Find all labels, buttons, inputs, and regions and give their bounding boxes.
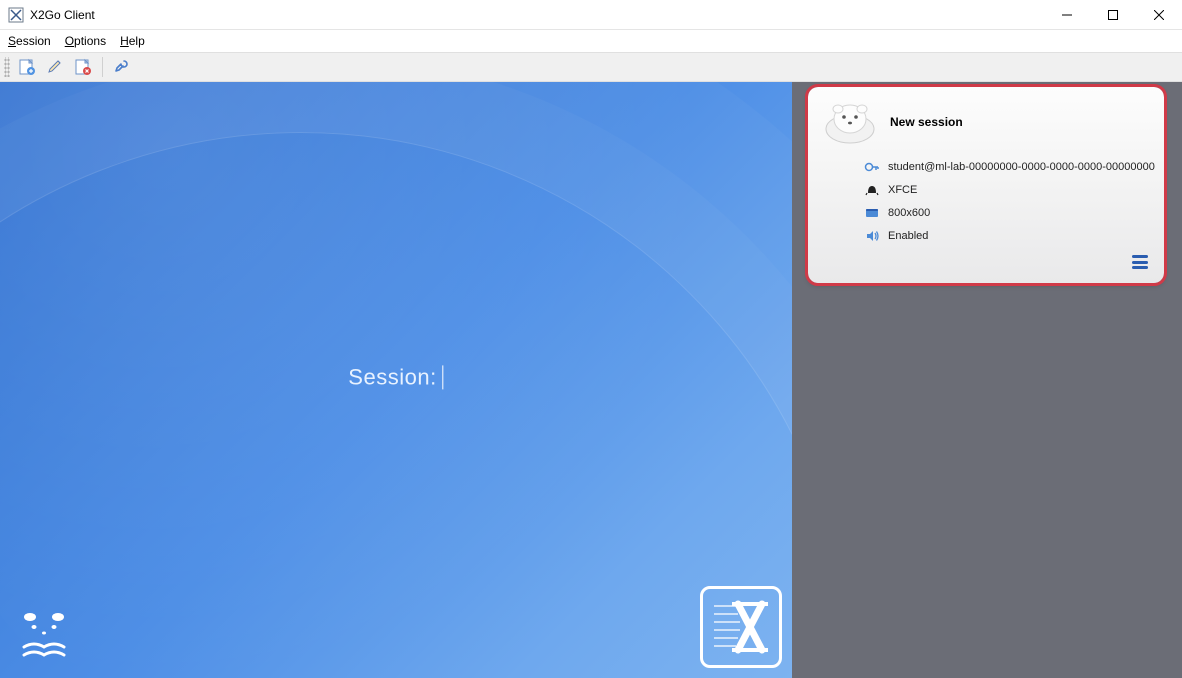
session-sound-row: Enabled — [864, 228, 1150, 244]
menu-session[interactable]: Session — [8, 34, 51, 48]
toolbar-separator — [102, 57, 103, 77]
titlebar: X2Go Client — [0, 0, 1182, 30]
window-controls — [1044, 0, 1182, 30]
mouse-icon — [864, 182, 880, 198]
close-button[interactable] — [1136, 0, 1182, 30]
display-icon — [864, 205, 880, 221]
session-connection-row: student@ml-lab-00000000-0000-0000-0000-0… — [864, 159, 1150, 175]
menu-help[interactable]: Help — [120, 34, 145, 48]
window-title: X2Go Client — [30, 8, 95, 22]
session-desktop-row: XFCE — [864, 182, 1150, 198]
session-menu-button[interactable] — [1132, 255, 1148, 269]
session-connection-value: student@ml-lab-00000000-0000-0000-0000-0… — [888, 161, 1155, 173]
edit-session-button[interactable] — [42, 55, 68, 79]
menubar: Session Options Help — [0, 30, 1182, 52]
maximize-button[interactable] — [1090, 0, 1136, 30]
session-desktop-value: XFCE — [888, 184, 917, 196]
settings-button[interactable] — [109, 55, 135, 79]
toolbar-grip — [4, 57, 10, 77]
side-panel: New session student@ml-lab-00000000-0000… — [792, 82, 1182, 678]
minimize-button[interactable] — [1044, 0, 1090, 30]
menu-options[interactable]: Options — [65, 34, 106, 48]
app-icon — [8, 7, 24, 23]
main-panel: Session: — [0, 82, 792, 678]
delete-session-button[interactable] — [70, 55, 96, 79]
content: Session: — [0, 82, 1182, 678]
new-session-button[interactable] — [14, 55, 40, 79]
session-label-text: Session: — [348, 364, 436, 390]
sound-icon — [864, 228, 880, 244]
session-card-header: New session — [822, 99, 1150, 145]
key-icon — [864, 159, 880, 175]
session-card-title: New session — [890, 115, 963, 129]
x2go-logo-icon — [700, 586, 782, 668]
session-field[interactable]: Session: — [348, 364, 443, 390]
session-sound-value: Enabled — [888, 230, 928, 242]
session-card[interactable]: New session student@ml-lab-00000000-0000… — [808, 87, 1164, 283]
session-resolution-value: 800x600 — [888, 207, 930, 219]
seal-mascot-icon — [12, 603, 92, 668]
session-resolution-row: 800x600 — [864, 205, 1150, 221]
seal-avatar-icon — [822, 99, 878, 145]
toolbar — [0, 52, 1182, 82]
text-cursor — [443, 365, 444, 389]
